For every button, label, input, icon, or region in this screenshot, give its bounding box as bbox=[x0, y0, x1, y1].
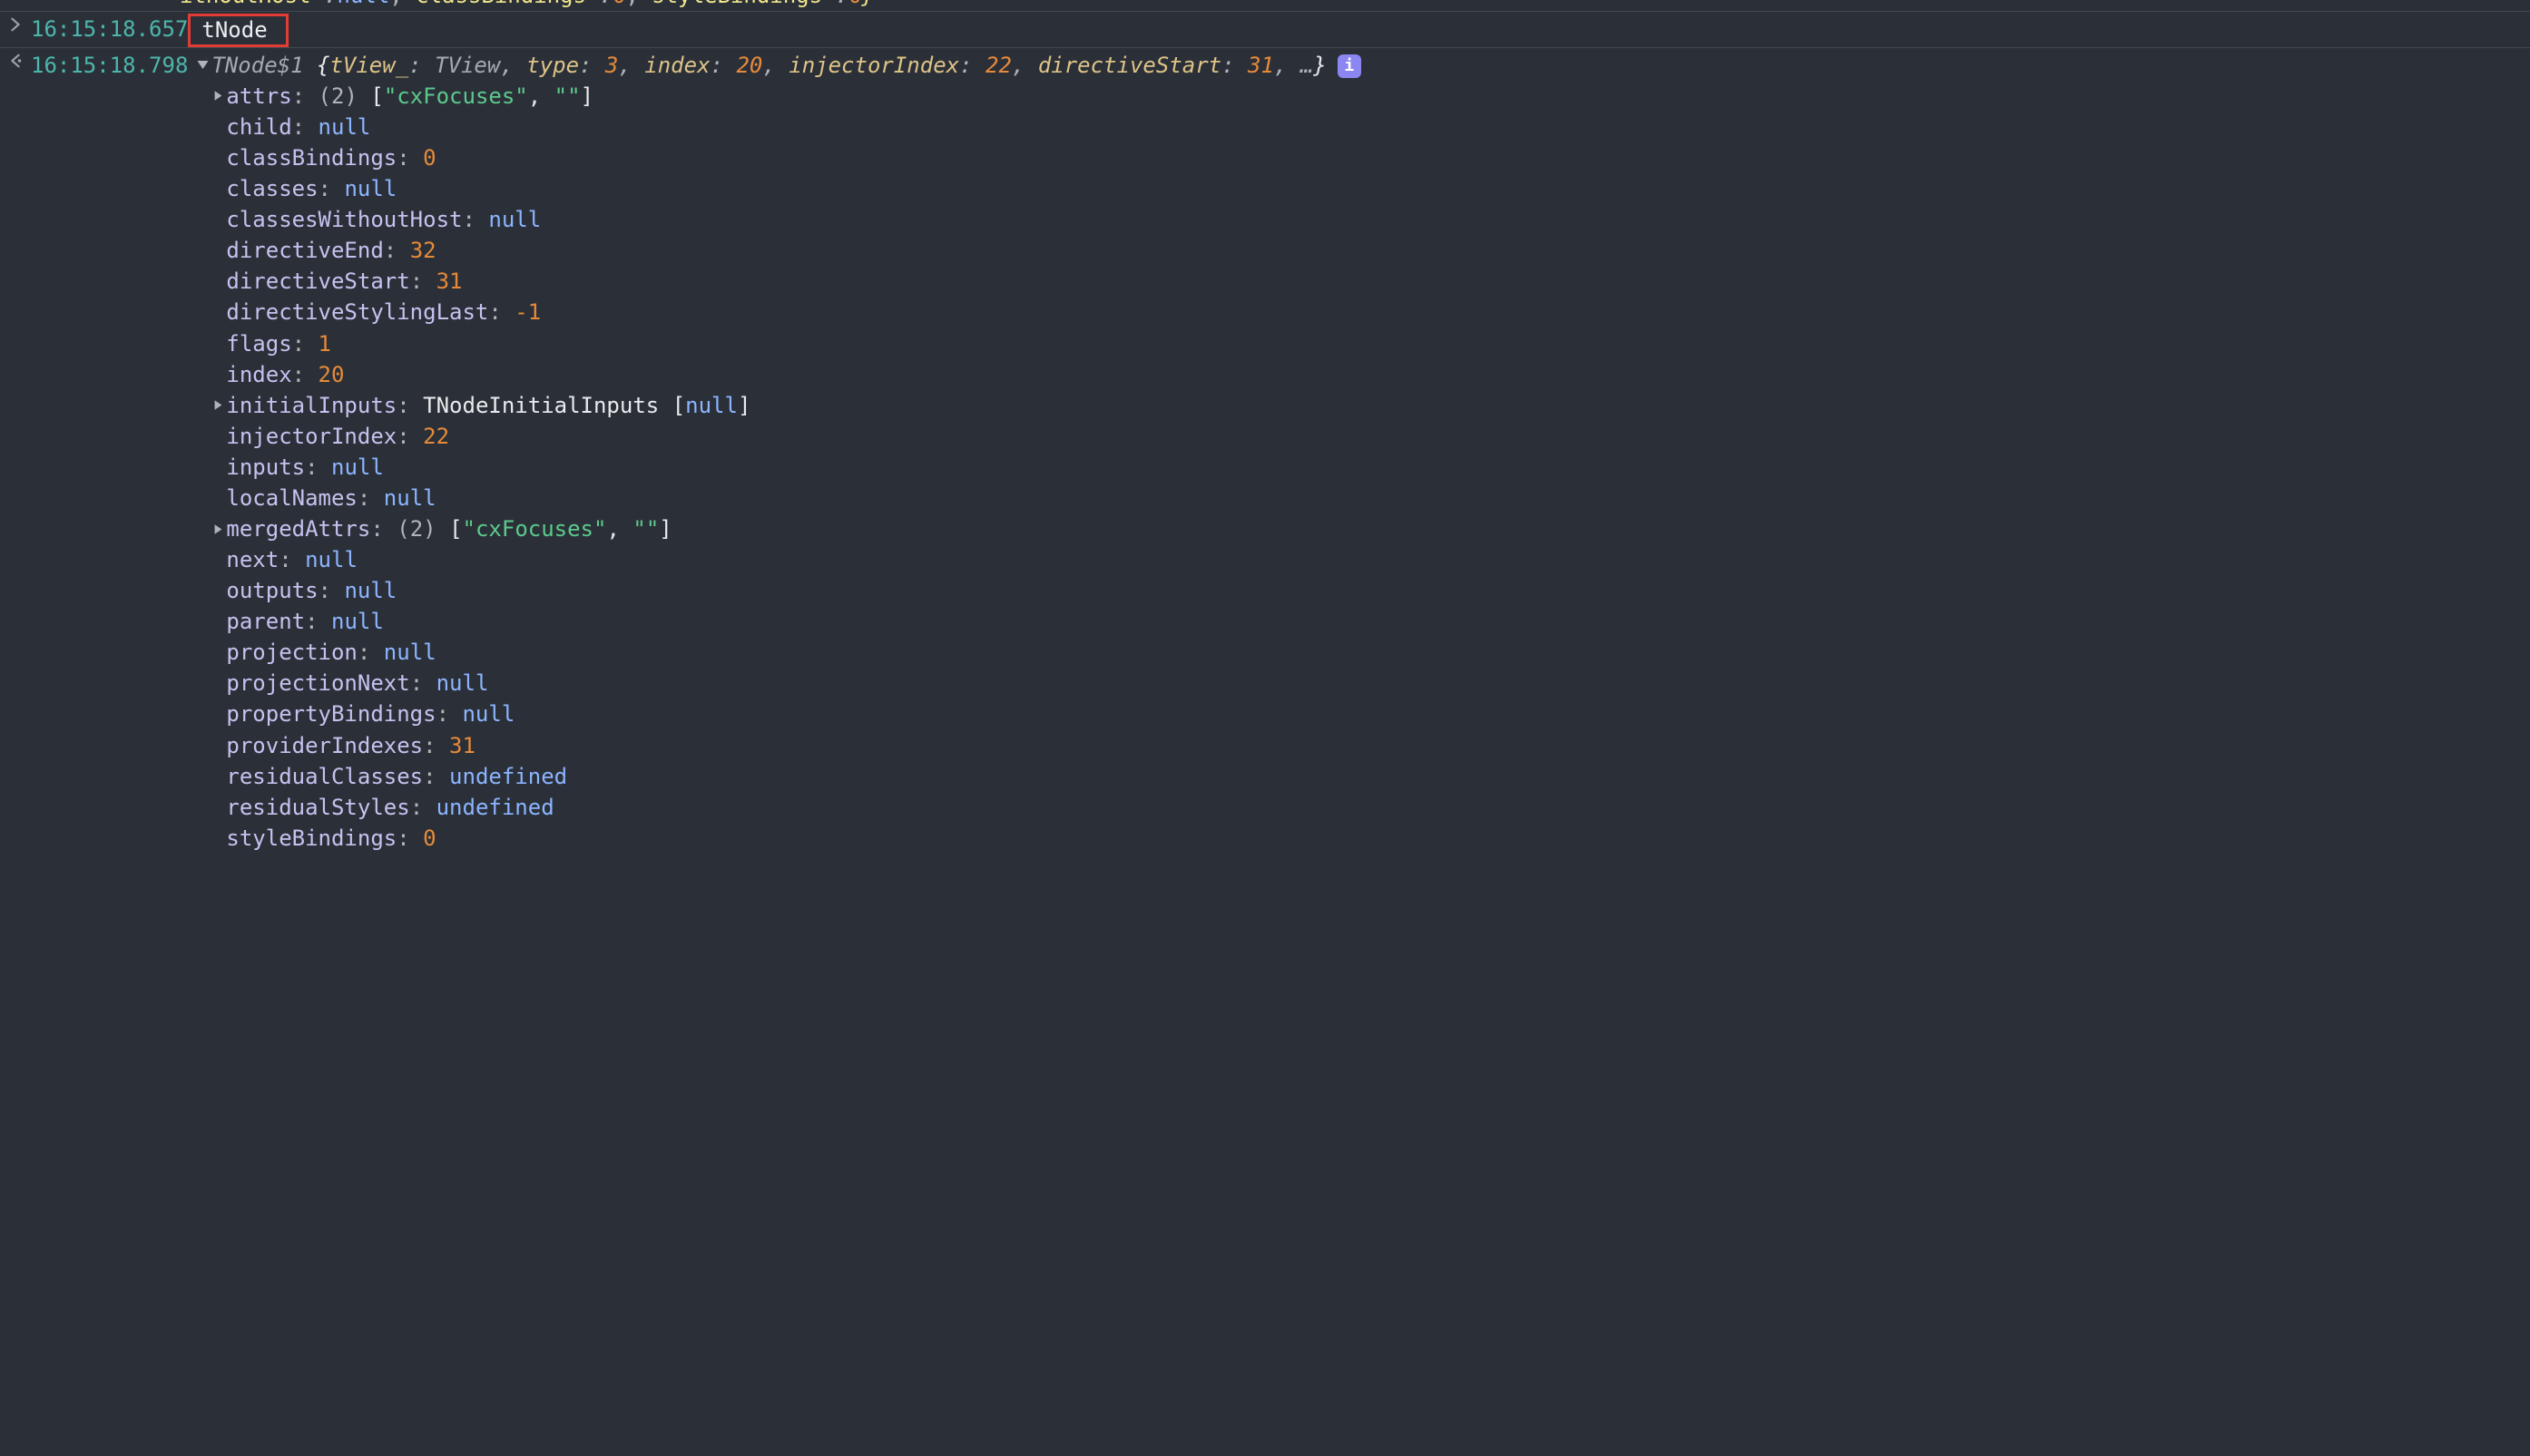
prop-inputs[interactable]: inputs: null bbox=[210, 452, 1360, 483]
prop-classbindings[interactable]: classBindings: 0 bbox=[210, 142, 1360, 173]
prop-residualclasses[interactable]: residualClasses: undefined bbox=[210, 761, 1360, 792]
prop-initialinputs[interactable]: initialInputs: TNodeInitialInputs [null] bbox=[210, 390, 1360, 421]
caret-right-icon[interactable] bbox=[210, 399, 226, 411]
prop-classeswithouthost[interactable]: classesWithoutHost: null bbox=[210, 204, 1360, 235]
caret-right-icon[interactable] bbox=[210, 90, 226, 102]
console-input-row[interactable]: 16:15:18.657 tNode bbox=[0, 11, 2530, 47]
class-name: TNode$1 bbox=[211, 50, 303, 81]
prop-flags[interactable]: flags: 1 bbox=[210, 328, 1360, 359]
prop-directiveend[interactable]: directiveEnd: 32 bbox=[210, 235, 1360, 266]
prop-directivestylinglast[interactable]: directiveStylingLast: -1 bbox=[210, 297, 1360, 327]
prop-injectorindex[interactable]: injectorIndex: 22 bbox=[210, 421, 1360, 452]
prop-propertybindings[interactable]: propertyBindings: null bbox=[210, 699, 1360, 729]
input-arrow-icon bbox=[0, 14, 31, 33]
object-properties: attrs: (2) ["cxFocuses", ""] child: null… bbox=[210, 81, 1360, 854]
console-output-row[interactable]: 16:15:18.798 TNode$1 {tView_: TView, typ… bbox=[0, 47, 2530, 854]
prop-mergedattrs[interactable]: mergedAttrs: (2) ["cxFocuses", ""] bbox=[210, 513, 1360, 544]
prop-projectionnext[interactable]: projectionNext: null bbox=[210, 668, 1360, 699]
caret-down-icon[interactable] bbox=[193, 58, 211, 72]
prop-localnames[interactable]: localNames: null bbox=[210, 483, 1360, 513]
timestamp: 16:15:18.798 bbox=[31, 50, 193, 81]
info-icon[interactable]: i bbox=[1338, 54, 1361, 78]
prop-providerindexes[interactable]: providerIndexes: 31 bbox=[210, 730, 1360, 761]
timestamp: 16:15:18.657 bbox=[31, 14, 193, 44]
prop-parent[interactable]: parent: null bbox=[210, 606, 1360, 637]
prop-stylebindings[interactable]: styleBindings: 0 bbox=[210, 823, 1360, 854]
prev-line-partial: ithoutHost :null, classBindings :0, styl… bbox=[0, 0, 2530, 11]
prop-outputs[interactable]: outputs: null bbox=[210, 575, 1360, 606]
caret-right-icon[interactable] bbox=[210, 523, 226, 535]
object-summary[interactable]: TNode$1 {tView_: TView, type: 3, index: … bbox=[193, 50, 1360, 81]
expression-highlight: tNode bbox=[188, 14, 288, 47]
output-arrow-icon bbox=[0, 50, 31, 69]
prop-projection[interactable]: projection: null bbox=[210, 637, 1360, 668]
prop-index[interactable]: index: 20 bbox=[210, 359, 1360, 390]
prop-next[interactable]: next: null bbox=[210, 544, 1360, 575]
prop-classes[interactable]: classes: null bbox=[210, 173, 1360, 204]
prop-attrs[interactable]: attrs: (2) ["cxFocuses", ""] bbox=[210, 81, 1360, 112]
prop-residualstyles[interactable]: residualStyles: undefined bbox=[210, 792, 1360, 823]
prop-directivestart[interactable]: directiveStart: 31 bbox=[210, 266, 1360, 297]
prop-child[interactable]: child: null bbox=[210, 112, 1360, 142]
